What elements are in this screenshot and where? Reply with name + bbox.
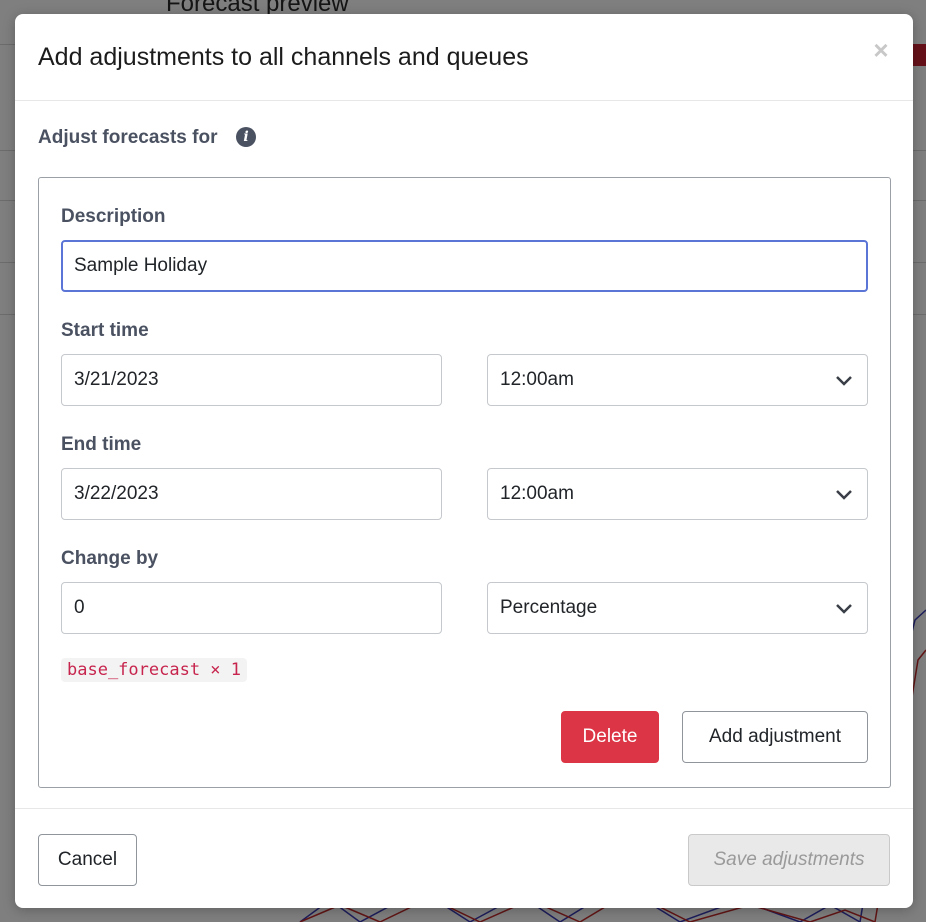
change-by-input[interactable]: 0 [61,582,442,634]
save-adjustments-button[interactable]: Save adjustments [688,834,890,886]
end-date-input[interactable]: 3/22/2023 [61,468,442,520]
start-time-select[interactable]: 12:00am [487,354,868,406]
adjustment-card: Description Sample Holiday Start time 3/… [38,177,891,788]
adjustments-modal: Add adjustments to all channels and queu… [15,14,913,908]
change-by-label: Change by [61,548,159,569]
start-date-input[interactable]: 3/21/2023 [61,354,442,406]
cancel-button[interactable]: Cancel [38,834,137,886]
chevron-down-icon [836,376,852,386]
modal-header: Add adjustments to all channels and queu… [15,14,913,101]
delete-button[interactable]: Delete [561,711,659,763]
description-label: Description [61,206,166,227]
formula-preview: base_forecast × 1 [61,658,247,682]
end-time-value: 12:00am [500,483,574,504]
start-time-label: Start time [61,320,149,341]
description-input[interactable]: Sample Holiday [61,240,868,292]
modal-footer: Cancel Save adjustments [15,808,913,908]
info-icon[interactable]: i [236,127,256,147]
modal-title: Add adjustments to all channels and queu… [38,43,529,71]
section-label: Adjust forecasts for [38,127,218,148]
close-icon[interactable]: × [867,36,895,64]
chevron-down-icon [836,490,852,500]
add-adjustment-button[interactable]: Add adjustment [682,711,868,763]
end-time-label: End time [61,434,142,455]
change-unit-value: Percentage [500,597,598,618]
start-time-value: 12:00am [500,369,574,390]
end-time-select[interactable]: 12:00am [487,468,868,520]
change-unit-select[interactable]: Percentage [487,582,868,634]
chevron-down-icon [836,604,852,614]
